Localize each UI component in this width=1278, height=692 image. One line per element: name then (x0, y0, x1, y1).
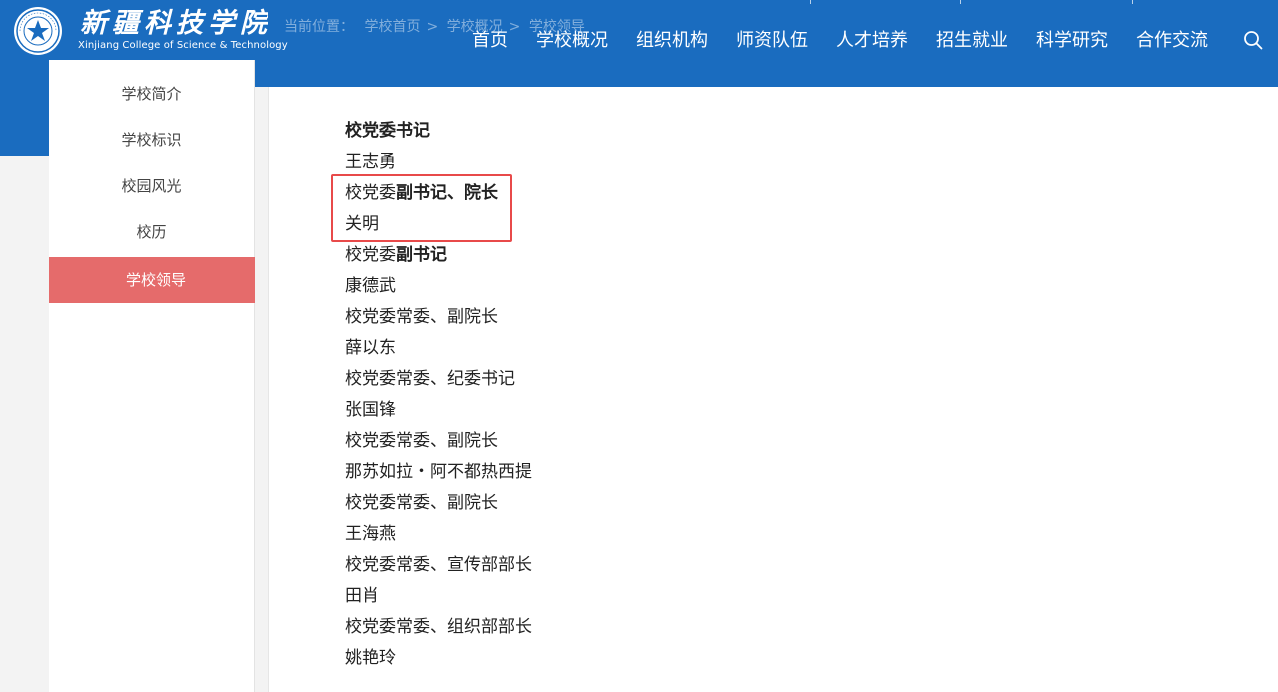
leader-name: 姚艳玲 (345, 648, 396, 668)
leader-title: 校党委常委、纪委书记 (345, 369, 515, 389)
top-divider (1132, 0, 1133, 4)
sidebar-item-identity[interactable]: 学校标识 (49, 117, 254, 163)
leader-name: 王志勇 (345, 152, 396, 172)
sidebar-item-leaders[interactable]: 学校领导 (49, 257, 263, 303)
leader-title: 校党委副书记 (345, 245, 447, 265)
leader-title: 校党委常委、副院长 (345, 431, 498, 451)
leader-name: 王海燕 (345, 524, 396, 544)
top-divider (810, 0, 811, 4)
sidebar-item-campus-scenery[interactable]: 校园风光 (49, 163, 254, 209)
sidebar-item-introduction[interactable]: 学校简介 (49, 71, 254, 117)
nav-item-overview[interactable]: 学校概况 (522, 28, 622, 54)
leader-list: 校党委书记 王志勇 校党委副书记、院长 关明 校党委副书记 康德武 校党委常委、… (345, 116, 532, 674)
svg-text:疆: 疆 (112, 8, 144, 39)
svg-text:学: 学 (208, 8, 239, 39)
nav-item-education[interactable]: 人才培养 (822, 28, 922, 54)
leader-title: 校党委常委、宣传部部长 (345, 555, 532, 575)
school-logo-wordmark[interactable]: 新 疆 科 技 学 院 (78, 2, 268, 40)
nav-item-cooperation[interactable]: 合作交流 (1122, 28, 1222, 54)
breadcrumb-item-home[interactable]: 学校首页 (364, 19, 420, 35)
breadcrumb-prefix: 当前位置： (284, 19, 354, 35)
school-english-name: Xinjiang College of Science & Technology (78, 40, 288, 51)
leader-name: 薛以东 (345, 338, 396, 358)
sidebar-item-calendar[interactable]: 校历 (49, 209, 254, 255)
sidebar: 学校简介 学校标识 校园风光 校历 学校领导 (49, 60, 263, 692)
svg-text:技: 技 (176, 8, 207, 39)
leader-name: 康德武 (345, 276, 396, 296)
leader-name: 那苏如拉・阿不都热西提 (345, 462, 532, 482)
nav-item-organization[interactable]: 组织机构 (622, 28, 722, 54)
nav-item-faculty[interactable]: 师资队伍 (722, 28, 822, 54)
nav-item-research[interactable]: 科学研究 (1022, 28, 1122, 54)
leader-title: 校党委常委、副院长 (345, 307, 498, 327)
page: 新 疆 科 技 学 院 Xinjiang College of Science … (0, 0, 1278, 692)
leader-name: 关明 (345, 214, 379, 234)
header-left-extension (0, 87, 49, 156)
leader-title: 校党委常委、副院长 (345, 493, 498, 513)
school-seal-icon[interactable] (11, 6, 65, 56)
leader-title: 校党委副书记、院长 (345, 183, 498, 203)
layout-gap (255, 87, 268, 692)
svg-text:新: 新 (80, 8, 112, 39)
breadcrumb-separator: > (426, 19, 439, 35)
top-divider (960, 0, 961, 4)
main-nav: 首页 学校概况 组织机构 师资队伍 人才培养 招生就业 科学研究 合作交流 (458, 28, 1222, 54)
svg-text:科: 科 (144, 8, 173, 39)
svg-text:院: 院 (240, 8, 268, 39)
search-icon[interactable] (1243, 30, 1263, 50)
leader-title: 校党委常委、组织部部长 (345, 617, 532, 637)
leader-name: 张国锋 (345, 400, 396, 420)
nav-item-admission[interactable]: 招生就业 (922, 28, 1022, 54)
leader-name: 田肖 (345, 586, 379, 606)
leader-title: 校党委书记 (345, 121, 430, 141)
nav-item-home[interactable]: 首页 (458, 28, 522, 54)
